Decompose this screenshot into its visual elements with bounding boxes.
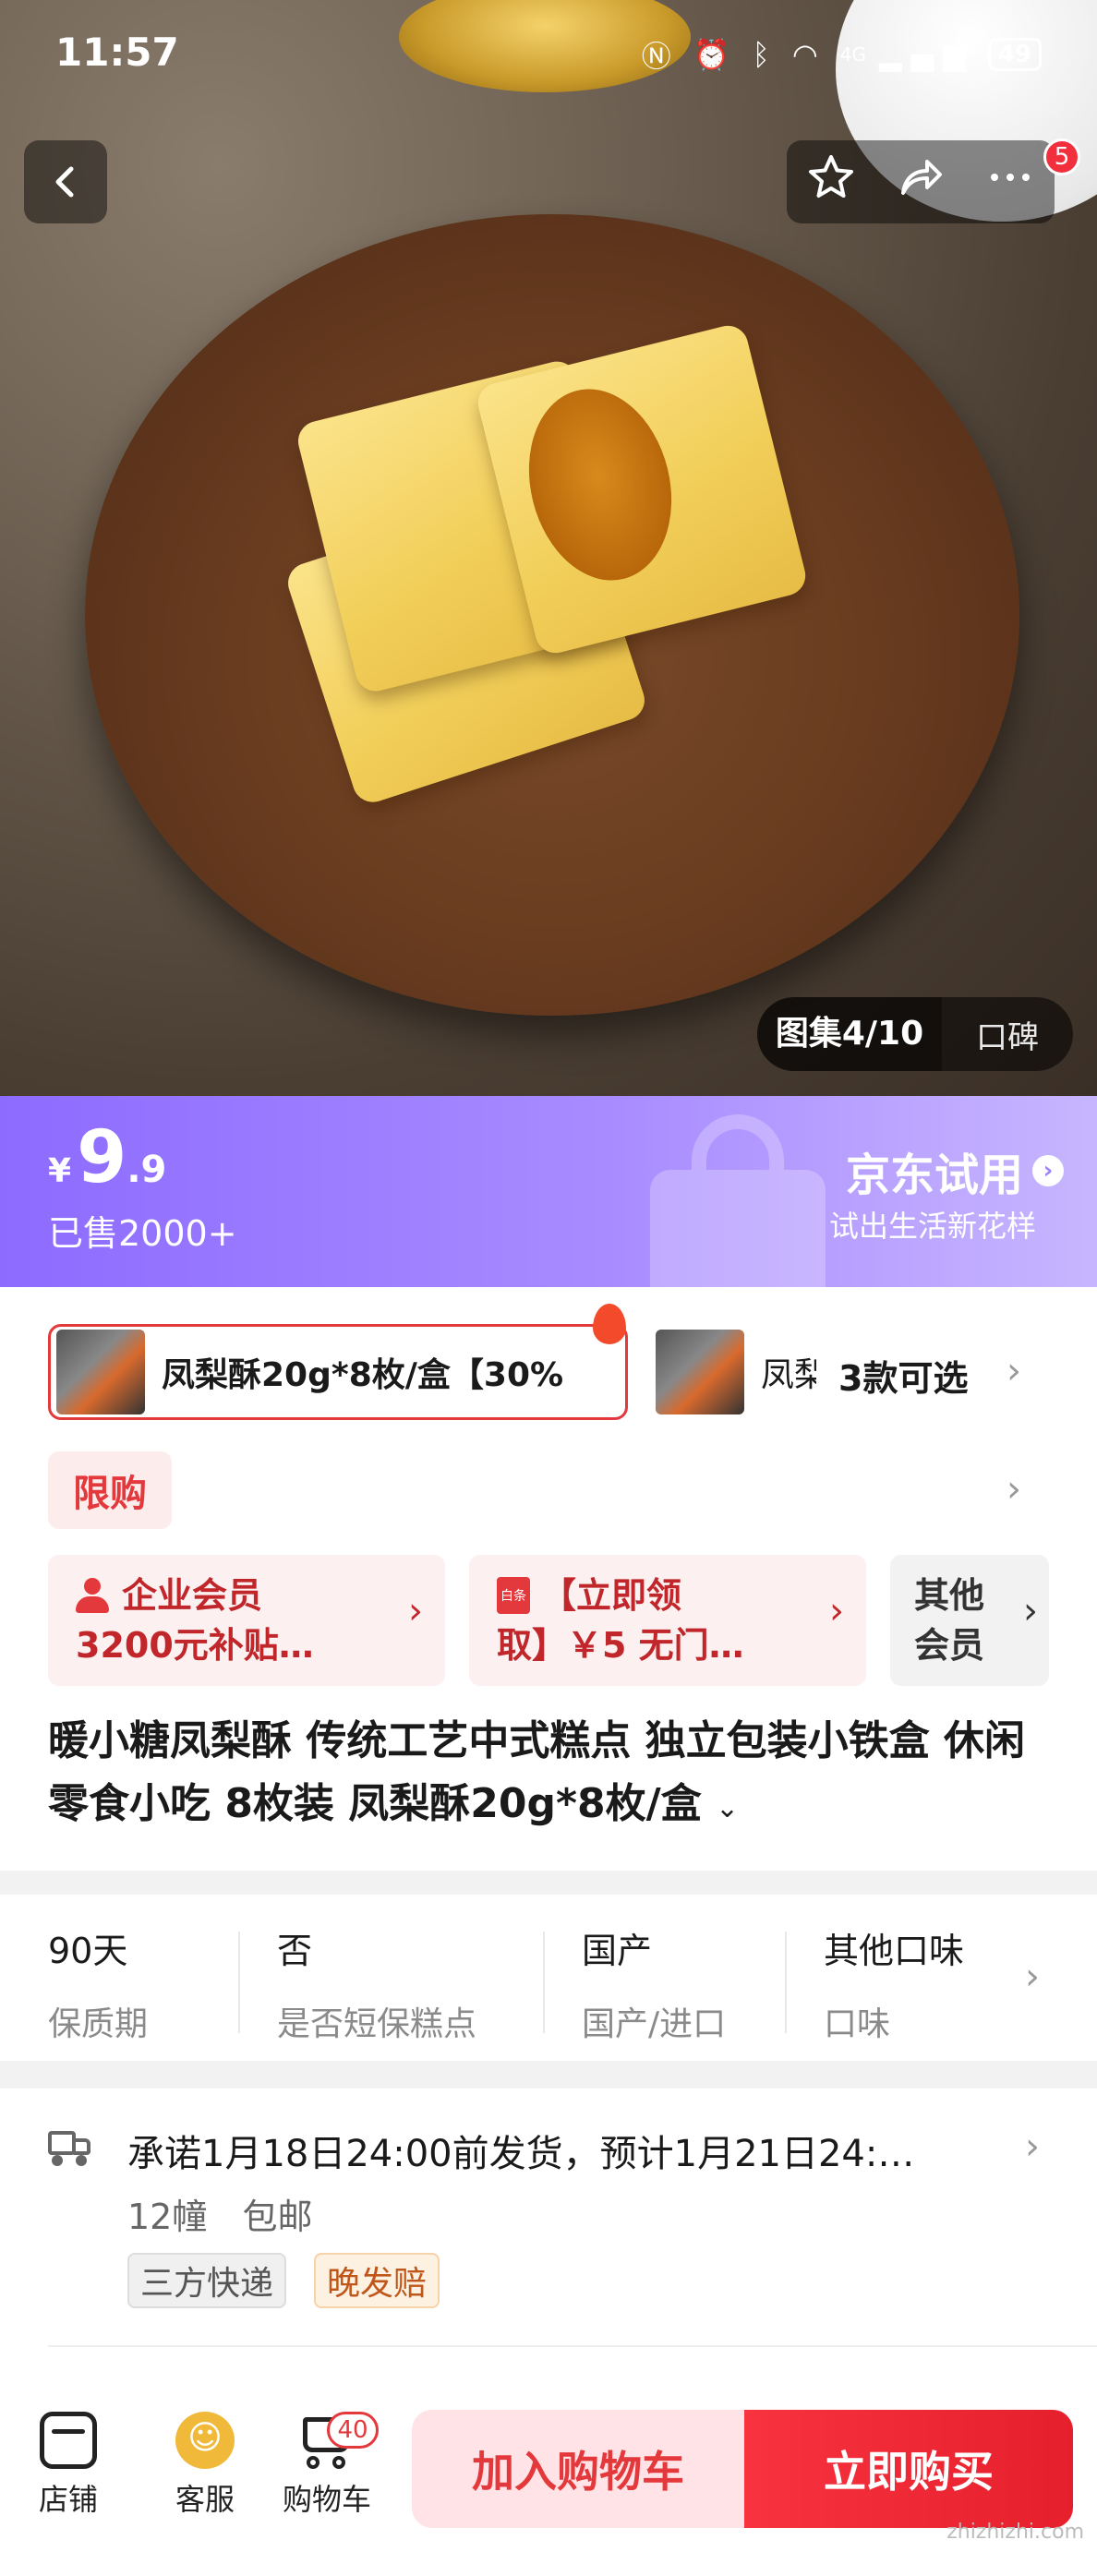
reviews-tab[interactable]: 口碑: [942, 1012, 1073, 1057]
customer-service-button[interactable]: 客服: [150, 2412, 260, 2519]
coupon-line1: 企业会员: [122, 1575, 263, 1616]
shopping-bag-icon: [650, 1114, 826, 1287]
late-compensation-tag: 晚发赔: [314, 2253, 440, 2308]
variant-label: 凤梨: [761, 1356, 816, 1394]
favorite-button[interactable]: [806, 152, 856, 212]
price: ¥ 9 .9: [48, 1116, 166, 1199]
spec-value: 其他口味: [824, 1931, 965, 1971]
chevron-left-icon: [55, 166, 74, 198]
chevron-right-icon[interactable]: ›: [1007, 1468, 1021, 1511]
service-label: 客服: [175, 2482, 235, 2517]
variant-thumbnail: [56, 1330, 145, 1414]
coupon-baitiao[interactable]: 白条 【立即领 取】￥5 无门… ›: [469, 1555, 866, 1686]
star-icon: [809, 154, 854, 198]
status-bar: 11:57 Ⓝ ⏰ ᛒ ◠ 4G ▂▄▆ 49: [0, 0, 1097, 102]
store-label: 店铺: [38, 2482, 98, 2517]
bluetooth-icon: ᛒ: [752, 37, 779, 72]
battery-icon: 49: [987, 38, 1042, 71]
signal-icon: ▂▄▆: [878, 37, 975, 72]
store-icon: [40, 2412, 97, 2469]
divider: [238, 1932, 240, 2033]
cart-label: 购物车: [282, 2482, 371, 2517]
coupon-line1: 其他: [914, 1575, 985, 1616]
chevron-down-icon: ⌄: [716, 1792, 740, 1824]
baitiao-icon: 白条: [497, 1577, 530, 1614]
product-title-text: 暖小糖凤梨酥 传统工艺中式糕点 独立包装小铁盒 休闲零食小吃 8枚装 凤梨酥20…: [48, 1717, 1025, 1827]
spec-key: 是否短保糕点: [277, 2005, 477, 2043]
more-variants-button[interactable]: 3款可选: [838, 1350, 968, 1401]
coupon-line2: 会员: [914, 1625, 985, 1666]
spec-item: 国产 国产/进口: [582, 1922, 726, 2045]
variant-thumbnail: [656, 1330, 744, 1414]
store-button[interactable]: 店铺: [13, 2412, 124, 2519]
hot-flame-icon: [593, 1304, 626, 1344]
price-decimal: .9: [127, 1149, 167, 1191]
price-banner: ¥ 9 .9 已售2000+ 京东试用 › 试出生活新花样: [0, 1096, 1097, 1287]
add-to-cart-button[interactable]: 加入购物车: [412, 2410, 744, 2528]
buy-now-button[interactable]: 立即购买: [744, 2410, 1073, 2528]
chevron-right-icon[interactable]: ›: [1007, 1350, 1021, 1392]
chevron-right-icon[interactable]: ›: [1025, 2125, 1040, 2168]
divider: [785, 1932, 787, 2033]
variant-label: 凤梨酥20g*8枚/盒【30%: [162, 1356, 564, 1394]
truck-icon: [48, 2131, 90, 2166]
network-type: 4G: [839, 43, 866, 66]
wifi-icon: ◠: [791, 37, 827, 72]
price-integer: 9: [77, 1116, 127, 1199]
status-icons: Ⓝ ⏰ ᛒ ◠ 4G ▂▄▆ 49: [642, 33, 1042, 76]
limit-purchase-tag: 限购: [48, 1451, 172, 1529]
header-actions: [787, 140, 1055, 223]
chevron-right-icon: ›: [408, 1590, 423, 1632]
divider: [48, 2345, 1097, 2347]
chevron-right-icon: ›: [1023, 1590, 1038, 1632]
shipping-text: 包邮: [242, 2197, 313, 2237]
variant-option-selected[interactable]: 凤梨酥20g*8枚/盒【30%: [48, 1324, 628, 1420]
coupon-line1: 【立即领: [541, 1575, 682, 1616]
status-time: 11:57: [55, 30, 179, 75]
share-button[interactable]: [896, 152, 946, 212]
nfc-icon: Ⓝ: [641, 39, 681, 74]
chevron-right-icon: ›: [1032, 1155, 1064, 1186]
spec-key: 保质期: [48, 2005, 149, 2043]
spec-value: 否: [277, 1931, 313, 1971]
coupon-other-members[interactable]: 其他 会员 ›: [890, 1555, 1049, 1686]
divider: [543, 1932, 545, 2033]
courier-tag: 三方快递: [127, 2253, 287, 2308]
chevron-right-icon[interactable]: ›: [1025, 1956, 1040, 1998]
sold-count: 已售2000+: [48, 1213, 237, 1254]
coupon-line2: 取】￥5 无门…: [497, 1625, 744, 1666]
person-icon: [76, 1578, 109, 1613]
more-button[interactable]: [985, 152, 1035, 212]
spec-item: 90天 保质期: [48, 1922, 148, 2045]
alarm-icon: ⏰: [693, 37, 740, 72]
coupon-enterprise[interactable]: 企业会员 3200元补贴… ›: [48, 1555, 445, 1686]
coupon-line2: 3200元补贴…: [76, 1625, 314, 1666]
spec-item: 其他口味 口味: [824, 1922, 964, 2045]
share-icon: [900, 159, 942, 195]
delivery-location: 12幢 包邮: [127, 2188, 312, 2239]
variant-option[interactable]: 凤梨: [650, 1324, 816, 1420]
gallery-counter[interactable]: 图集4/10: [757, 997, 942, 1071]
back-button[interactable]: [24, 140, 107, 223]
customer-service-icon: [175, 2412, 235, 2469]
watermark: zhizhizhi.com: [946, 2521, 1084, 2544]
spec-item: 否 是否短保糕点: [277, 1922, 476, 2045]
chevron-right-icon: ›: [829, 1590, 844, 1632]
spec-key: 口味: [824, 2005, 891, 2043]
price-currency: ¥: [48, 1152, 72, 1190]
location-text: 12幢: [127, 2197, 208, 2237]
gallery-switch: 图集4/10 口碑: [757, 997, 1073, 1071]
spec-value: 90天: [48, 1931, 128, 1971]
trial-link[interactable]: 京东试用 ›: [846, 1138, 1064, 1203]
product-title[interactable]: 暖小糖凤梨酥 传统工艺中式糕点 独立包装小铁盒 休闲零食小吃 8枚装 凤梨酥20…: [48, 1710, 1055, 1840]
cart-count-badge: 40: [327, 2412, 379, 2449]
delivery-promise: 承诺1月18日24:00前发货，预计1月21日24:…: [127, 2133, 915, 2175]
more-icon: [990, 173, 1030, 181]
trial-title: 京东试用: [845, 1150, 1023, 1201]
spec-value: 国产: [582, 1931, 653, 1971]
spec-key: 国产/进口: [582, 2005, 727, 2043]
trial-subtitle: 试出生活新花样: [828, 1209, 1036, 1244]
message-badge: 5: [1043, 138, 1080, 175]
